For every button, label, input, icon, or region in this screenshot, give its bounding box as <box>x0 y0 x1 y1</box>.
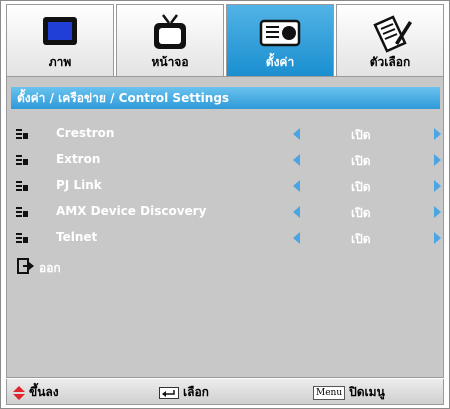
right-arrow-icon[interactable] <box>434 128 441 140</box>
tab-display[interactable]: หน้าจอ <box>116 4 224 76</box>
hint-bar: ขึ้นลง เลือก Menu ปิดเมนู <box>6 379 444 405</box>
setting-value: เปิด <box>351 232 371 246</box>
left-arrow-icon[interactable] <box>293 128 300 140</box>
menu-tabs: ภาพ หน้าจอ ตั้งค่า ตัวเลือก <box>6 4 444 76</box>
setting-row-pjlink[interactable]: PJ Link เปิด <box>15 177 441 195</box>
up-down-arrow-icon <box>13 385 25 400</box>
setting-value: เปิด <box>351 154 371 168</box>
tab-options-label: ตัวเลือก <box>369 55 411 69</box>
tab-setup-label: ตั้งค่า <box>265 55 295 69</box>
exit-icon <box>17 258 34 274</box>
setting-label: AMX Device Discovery <box>56 204 207 218</box>
setting-row-extron[interactable]: Extron เปิด <box>15 151 441 169</box>
network-setting-icon <box>16 233 28 243</box>
setting-value: เปิด <box>351 206 371 220</box>
enter-key-icon <box>159 386 179 399</box>
setting-row-telnet[interactable]: Telnet เปิด <box>15 229 441 247</box>
left-arrow-icon[interactable] <box>293 180 300 192</box>
settings-panel: ตั้งค่า / เครือข่าย / Control Settings C… <box>6 76 444 378</box>
select-hint-label: เลือก <box>183 385 209 399</box>
scroll-hint: ขึ้นลง <box>13 384 59 400</box>
menu-hint-label: ปิดเมนู <box>349 385 385 399</box>
network-setting-icon <box>16 207 28 217</box>
menu-key-icon: Menu <box>313 385 346 400</box>
right-arrow-icon[interactable] <box>434 206 441 218</box>
osd-menu: ภาพ หน้าจอ ตั้งค่า ตัวเลือก ตั้งค่า / เค… <box>0 0 450 409</box>
menu-hint: Menu ปิดเมนู <box>313 384 385 400</box>
setting-label: PJ Link <box>56 178 102 192</box>
setting-value: เปิด <box>351 128 371 142</box>
network-setting-icon <box>16 155 28 165</box>
network-setting-icon <box>16 181 28 191</box>
exit-label: ออก <box>39 261 61 275</box>
scroll-hint-label: ขึ้นลง <box>29 385 59 399</box>
tab-setup[interactable]: ตั้งค่า <box>226 4 334 76</box>
network-setting-icon <box>16 129 28 139</box>
left-arrow-icon[interactable] <box>293 232 300 244</box>
setting-label: Telnet <box>56 230 98 244</box>
setting-row-amx[interactable]: AMX Device Discovery เปิด <box>15 203 441 221</box>
picture-icon <box>43 17 77 45</box>
options-icon <box>373 15 412 53</box>
right-arrow-icon[interactable] <box>434 180 441 192</box>
setting-row-crestron[interactable]: Crestron เปิด <box>15 125 441 143</box>
tv-icon <box>154 14 186 49</box>
setting-label: Crestron <box>56 126 115 140</box>
left-arrow-icon[interactable] <box>293 154 300 166</box>
right-arrow-icon[interactable] <box>434 154 441 166</box>
projector-icon <box>259 19 301 47</box>
tab-display-label: หน้าจอ <box>151 55 189 69</box>
select-hint: เลือก <box>159 384 209 400</box>
right-arrow-icon[interactable] <box>434 232 441 244</box>
setting-label: Extron <box>56 152 101 166</box>
setting-value: เปิด <box>351 180 371 194</box>
tab-picture[interactable]: ภาพ <box>6 4 114 76</box>
breadcrumb-header: ตั้งค่า / เครือข่าย / Control Settings <box>11 87 440 109</box>
left-arrow-icon[interactable] <box>293 206 300 218</box>
tab-picture-label: ภาพ <box>48 55 72 69</box>
tab-options[interactable]: ตัวเลือก <box>336 4 444 76</box>
